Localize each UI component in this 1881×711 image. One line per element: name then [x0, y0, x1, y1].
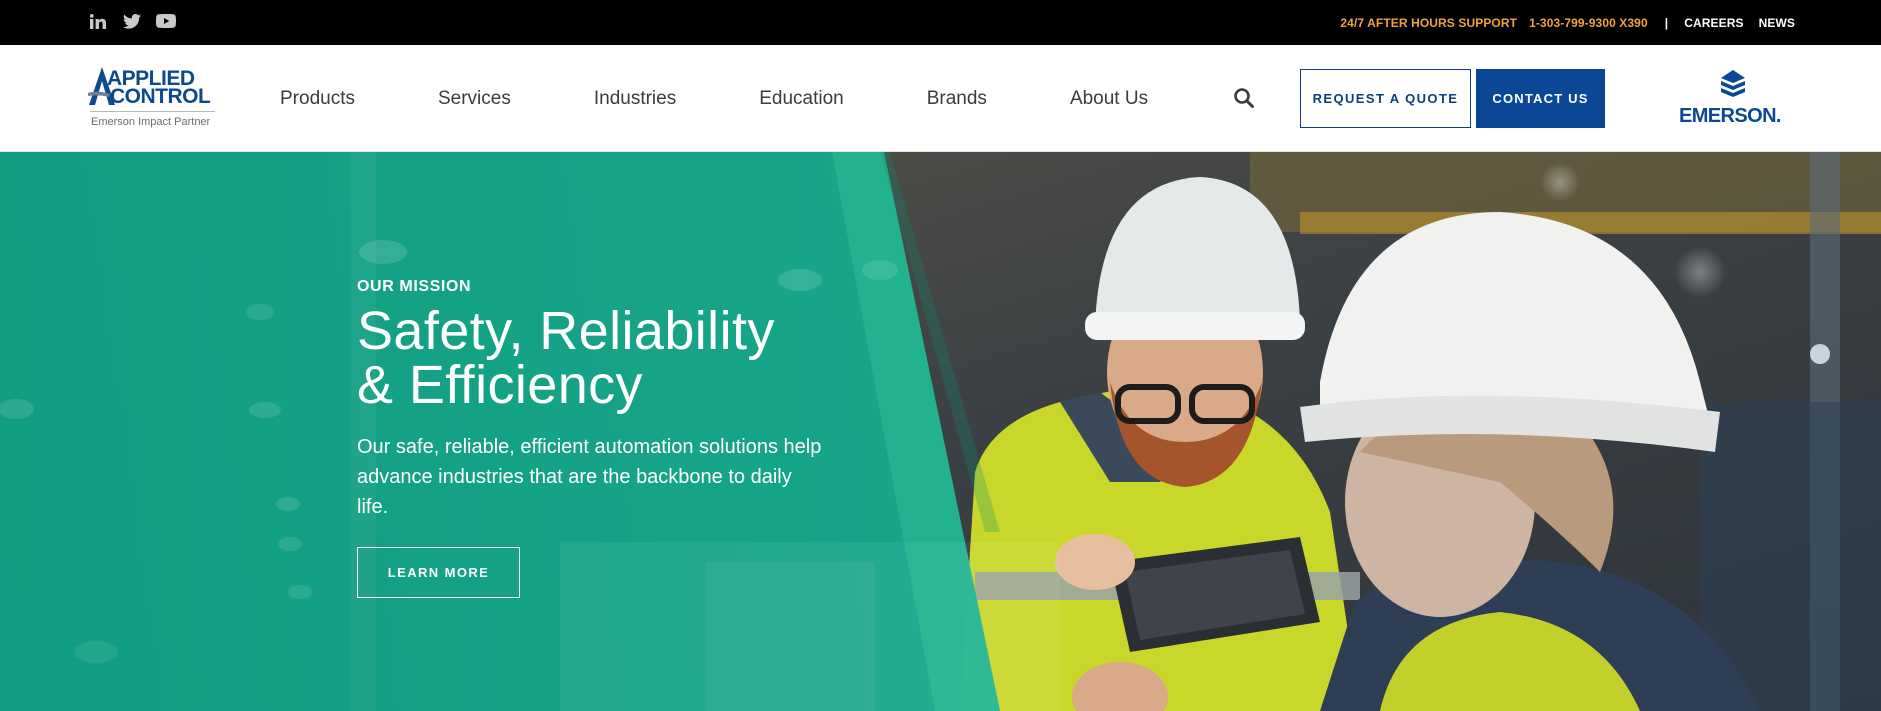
nav-item-brands[interactable]: Brands [927, 88, 987, 110]
divider: | [1664, 15, 1669, 30]
careers-link[interactable]: CAREERS [1684, 16, 1743, 30]
hero-description: Our safe, reliable, efficient automation… [357, 436, 822, 518]
nav-item-about-us[interactable]: About Us [1070, 88, 1148, 110]
emerson-logo[interactable]: EMERSON. [1679, 70, 1791, 128]
support-label: 24/7 AFTER HOURS SUPPORT [1340, 15, 1518, 30]
nav-item-industries[interactable]: Industries [594, 88, 676, 110]
site-header: APPLIED CONTROL Emerson Impact Partner P… [0, 45, 1881, 152]
linkedin-icon[interactable] [88, 11, 108, 31]
youtube-icon[interactable] [156, 11, 176, 31]
news-link[interactable]: NEWS [1759, 16, 1795, 30]
utility-links: 24/7 AFTER HOURS SUPPORT 1-303-799-9300 … [1340, 0, 1795, 45]
hero-background-photo [0, 152, 1881, 711]
hero-headline-line-1: Safety, Reliability [357, 301, 775, 361]
utility-bar: 24/7 AFTER HOURS SUPPORT 1-303-799-9300 … [0, 0, 1881, 45]
social-links [88, 11, 176, 31]
applied-control-logo[interactable]: APPLIED CONTROL Emerson Impact Partner [88, 65, 218, 137]
hero-headline: Safety, Reliability & Efficiency [357, 304, 837, 412]
search-icon[interactable] [1233, 87, 1255, 109]
emerson-mark-icon [1721, 70, 1745, 97]
nav-item-services[interactable]: Services [438, 88, 511, 110]
hero-eyebrow: OUR MISSION [357, 278, 472, 295]
logo-word-control: CONTROL [110, 85, 211, 108]
learn-more-button[interactable]: LEARN MORE [357, 547, 520, 598]
main-nav: Products Services Industries Education B… [280, 45, 1148, 152]
hero-banner: OUR MISSION Safety, Reliability & Effici… [0, 152, 1881, 711]
hero-headline-line-2: & Efficiency [357, 355, 643, 415]
contact-us-button[interactable]: CONTACT US [1476, 69, 1605, 128]
twitter-icon[interactable] [122, 11, 142, 31]
logo-divider [90, 111, 215, 112]
support-phone-link[interactable]: 1-303-799-9300 X390 [1529, 16, 1648, 30]
hero-content: OUR MISSION Safety, Reliability & Effici… [357, 278, 837, 598]
nav-item-education[interactable]: Education [759, 88, 844, 110]
logo-partner-tagline: Emerson Impact Partner [91, 116, 211, 128]
emerson-wordmark: EMERSON. [1679, 105, 1781, 127]
nav-item-products[interactable]: Products [280, 88, 355, 110]
request-quote-button[interactable]: REQUEST A QUOTE [1300, 69, 1471, 128]
